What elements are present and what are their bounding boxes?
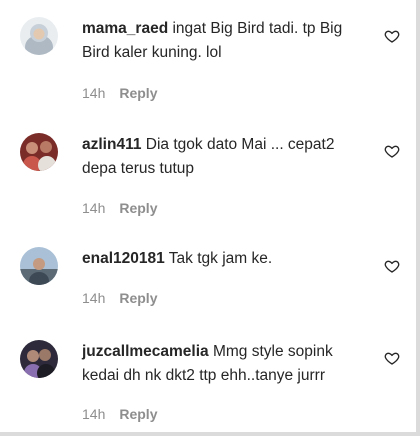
heart-outline-icon[interactable] [384,28,400,44]
comment-meta: 14h Reply [82,290,157,306]
avatar[interactable] [20,247,58,285]
comment-text: Tak tgk jam ke. [168,250,273,267]
avatar[interactable] [20,17,58,55]
heart-outline-icon[interactable] [384,143,400,159]
comment-meta: 14h Reply [82,85,157,101]
comment-body: enal120181 Tak tgk jam ke. [82,247,372,271]
comment-meta: 14h Reply [82,200,157,216]
comment-meta: 14h Reply [82,406,157,422]
reply-button[interactable]: Reply [119,200,157,216]
comment-username[interactable]: azlin411 [82,136,141,153]
comment-time: 14h [82,406,106,422]
avatar[interactable] [20,340,58,378]
comment-time: 14h [82,85,106,101]
reply-button[interactable]: Reply [119,85,157,101]
user-avatar-outdoor-icon [20,247,58,285]
user-avatar-couple-icon [20,340,58,378]
comment-body: mama_raed ingat Big Bird tadi. tp Big Bi… [82,17,372,65]
heart-outline-icon[interactable] [384,350,400,366]
comment-body: juzcallmecamelia Mmg style sopink kedai … [82,340,372,388]
comment-username[interactable]: mama_raed [82,20,168,37]
user-avatar-hijab-icon [20,17,58,55]
user-avatar-group-icon [20,133,58,171]
heart-outline-icon[interactable] [384,258,400,274]
comment-time: 14h [82,290,106,306]
scroll-frame-right [416,0,420,436]
comment-username[interactable]: enal120181 [82,250,165,267]
comment-time: 14h [82,200,106,216]
scroll-frame-bottom [0,432,420,436]
comment-body: azlin411 Dia tgok dato Mai ... cepat2 de… [82,133,372,181]
reply-button[interactable]: Reply [119,406,157,422]
reply-button[interactable]: Reply [119,290,157,306]
avatar[interactable] [20,133,58,171]
comment-username[interactable]: juzcallmecamelia [82,343,209,360]
